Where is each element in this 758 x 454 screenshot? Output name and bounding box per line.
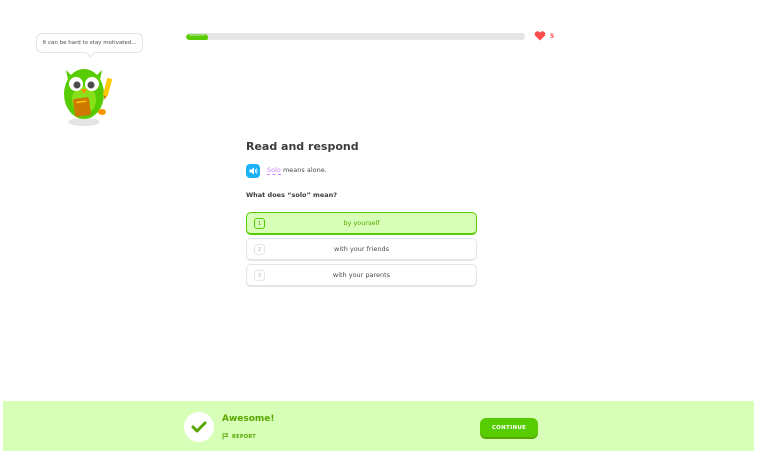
choice-number: 2 — [254, 244, 265, 255]
question-text: What does “solo” mean? — [246, 191, 338, 199]
continue-button[interactable]: CONTINUE — [480, 418, 538, 437]
report-label: REPORT — [232, 433, 257, 440]
report-button[interactable]: REPORT — [222, 433, 256, 440]
choice-label: with your friends — [334, 245, 389, 253]
choice-label: with your parents — [332, 271, 391, 279]
choice-number: 1 — [254, 218, 265, 229]
passage-rest: means alone. — [280, 166, 327, 174]
play-audio-button[interactable] — [246, 164, 260, 178]
choice-option-1[interactable]: 1 by yourself — [246, 212, 477, 235]
flag-icon — [222, 433, 229, 440]
owl-mascot-icon — [64, 69, 113, 126]
lesson-progress-fill — [186, 34, 209, 40]
hearts-counter[interactable]: 5 — [534, 31, 554, 41]
lesson-progress-bar — [186, 33, 525, 40]
choice-option-2[interactable]: 2 with your friends — [246, 238, 477, 261]
speaker-icon — [249, 167, 257, 175]
hearts-count: 5 — [550, 32, 555, 40]
answer-choices: 1 by yourself 2 with your friends 3 with… — [246, 212, 477, 290]
choice-option-3[interactable]: 3 with your parents — [246, 264, 477, 287]
challenge-title: Read and respond — [246, 140, 359, 153]
speech-text: It can be hard to stay motivated... — [42, 40, 137, 46]
heart-icon — [534, 31, 546, 41]
feedback-footer — [3, 401, 754, 451]
success-badge — [184, 412, 214, 442]
choice-number: 3 — [254, 270, 265, 281]
passage-text: Solo means alone. — [267, 166, 327, 175]
choice-label: by yourself — [343, 219, 380, 227]
feedback-title: Awesome! — [222, 414, 275, 424]
mascot-speech-bubble: It can be hard to stay motivated... — [36, 33, 143, 53]
checkmark-icon — [191, 421, 207, 433]
passage-highlighted-word[interactable]: Solo — [267, 166, 281, 175]
